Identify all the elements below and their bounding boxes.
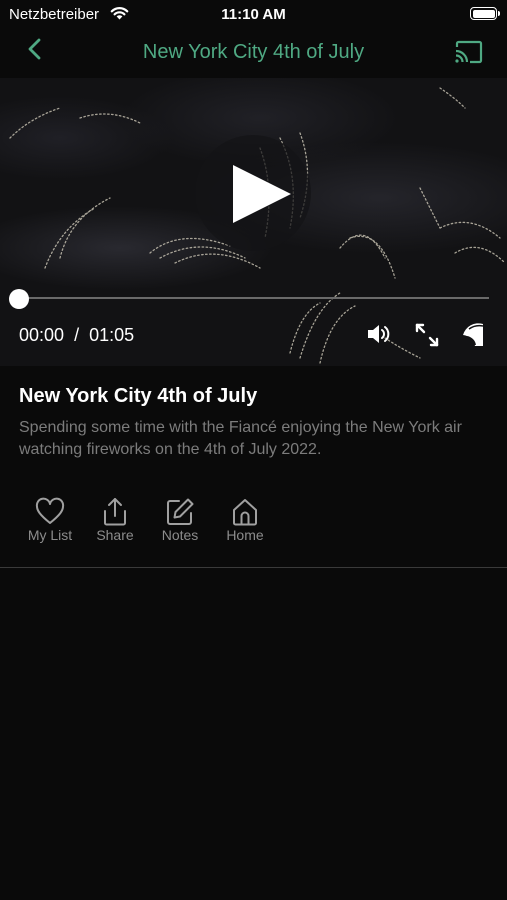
status-time: 11:10 AM	[221, 6, 286, 23]
edit-icon	[167, 498, 194, 525]
play-button[interactable]	[195, 135, 311, 251]
time-display: 00:00 / 01:05	[19, 325, 134, 346]
progress-track[interactable]	[19, 297, 489, 299]
my-list-button[interactable]: My List	[19, 497, 81, 543]
video-player[interactable]: 00:00 / 01:05	[0, 78, 507, 366]
nav-title: New York City 4th of July	[142, 41, 365, 63]
video-title: New York City 4th of July	[19, 385, 258, 407]
cast-icon[interactable]	[453, 39, 483, 65]
battery-level	[472, 9, 495, 18]
picture-in-picture-icon[interactable]	[461, 321, 487, 347]
home-icon	[233, 499, 257, 526]
time-separator: /	[74, 325, 80, 345]
share-label: Share	[96, 527, 134, 543]
fullscreen-icon[interactable]	[414, 322, 440, 348]
my-list-label: My List	[27, 527, 73, 543]
current-time: 00:00	[19, 325, 65, 345]
progress-knob[interactable]	[9, 289, 29, 309]
home-label: Home	[226, 527, 264, 543]
share-icon	[104, 498, 126, 526]
nav-bar: New York City 4th of July	[0, 28, 507, 78]
video-description: Spending some time with the Fiancé enjoy…	[19, 419, 462, 458]
notes-label: Notes	[161, 527, 199, 543]
volume-icon[interactable]	[366, 322, 392, 346]
heart-icon	[35, 497, 65, 524]
notes-button[interactable]: Notes	[149, 497, 211, 543]
total-time: 01:05	[89, 325, 135, 345]
home-button[interactable]: Home	[214, 497, 276, 543]
battery-icon	[470, 7, 500, 20]
status-bar: Netzbetreiber 11:10 AM	[0, 0, 507, 28]
divider	[0, 567, 507, 568]
play-icon	[233, 165, 291, 223]
share-button[interactable]: Share	[84, 497, 146, 543]
